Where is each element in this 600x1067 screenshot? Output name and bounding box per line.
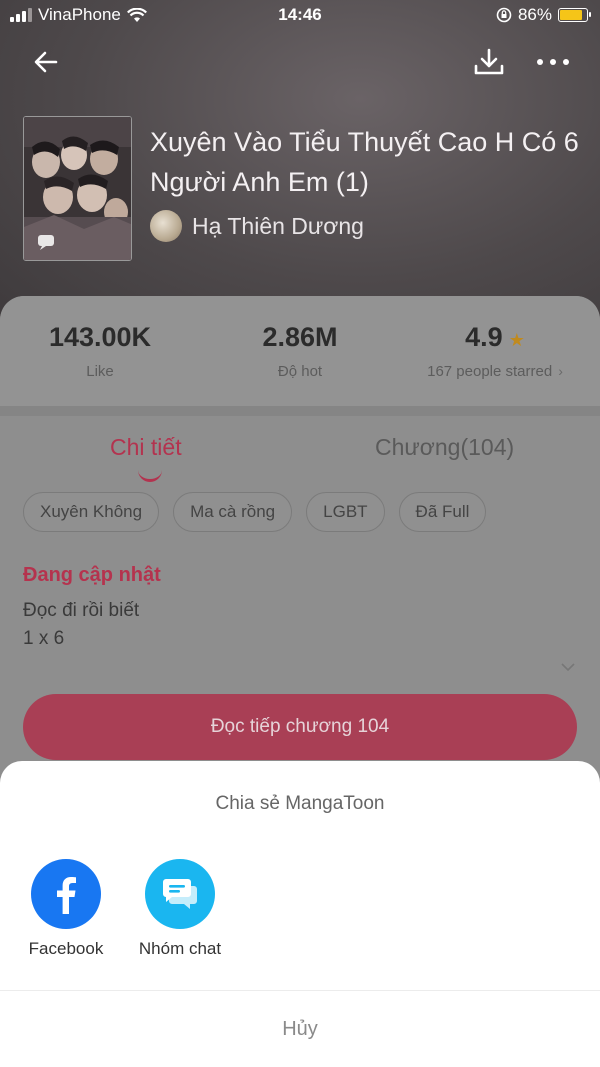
section-divider: [0, 406, 600, 416]
expand-chevron-icon[interactable]: [560, 662, 576, 672]
cancel-button[interactable]: Hủy: [0, 991, 600, 1067]
book-header: VinaPhone 14:46 86% Xuyên Vào Tiểu Thuyế…: [0, 0, 600, 330]
tab-details[interactable]: Chi tiết: [110, 434, 182, 482]
book-title: Xuyên Vào Tiểu Thuyết Cao H Có 6 Người A…: [150, 127, 579, 197]
hot-value: 2.86M: [262, 322, 338, 352]
share-group-chat-label: Nhóm chat: [138, 939, 222, 958]
share-sheet-title: Chia sẻ MangaToon: [215, 793, 385, 814]
status-bar: VinaPhone 14:46 86%: [0, 0, 600, 32]
battery-icon: [558, 8, 591, 22]
description-line: Đọc đi rồi biết: [23, 600, 140, 621]
rating-value: 4.9: [465, 322, 503, 352]
share-facebook[interactable]: Facebook: [6, 859, 126, 959]
facebook-icon: [31, 859, 101, 929]
tag-chip[interactable]: LGBT: [306, 492, 385, 532]
hot-label: Độ hot: [277, 363, 323, 380]
likes-label: Like: [86, 363, 114, 380]
likes-stat: 143.00K Like: [40, 322, 160, 380]
tag-chip[interactable]: Xuyên Không: [23, 492, 160, 532]
rating-label: 167 people starred: [427, 363, 553, 380]
book-cover[interactable]: [23, 116, 132, 261]
likes-value: 143.00K: [48, 322, 152, 352]
share-facebook-label: Facebook: [28, 939, 104, 958]
tag-chip[interactable]: Ma cà rồng: [173, 492, 293, 532]
tag-chip[interactable]: Đã Full: [398, 492, 487, 532]
share-sheet: Chia sẻ MangaToon Facebook Nhóm chat Hủy: [0, 761, 600, 1067]
stats-bar: 143.00K Like 2.86M Độ hot 4.9 ★ 167 peopl…: [0, 296, 600, 406]
share-group-chat[interactable]: Nhóm chat: [120, 859, 240, 959]
orientation-lock-icon: [496, 7, 512, 23]
genre-tags: Xuyên Không Ma cà rồng LGBT Đã Full: [23, 492, 487, 532]
tab-bar: Chi tiết Chương(104): [0, 416, 600, 486]
more-icon[interactable]: [530, 44, 576, 80]
chat-bubbles-icon: [145, 859, 215, 929]
active-tab-indicator: [138, 470, 162, 482]
tab-details-label: Chi tiết: [110, 434, 182, 460]
rating-stat[interactable]: 4.9 ★ 167 people starred ›: [420, 322, 570, 380]
description-line: 1 x 6: [23, 628, 65, 649]
author-avatar: [150, 210, 182, 242]
star-icon: ★: [508, 330, 525, 350]
download-icon[interactable]: [470, 44, 508, 80]
hot-stat: 2.86M Độ hot: [240, 322, 360, 380]
author-link[interactable]: Hạ Thiên Dương: [150, 210, 364, 242]
update-status: Đang cập nhật: [23, 564, 161, 586]
tab-chapters[interactable]: Chương(104): [375, 434, 514, 461]
back-arrow-icon[interactable]: [28, 44, 64, 80]
battery-percent: 86%: [517, 5, 552, 24]
author-name: Hạ Thiên Dương: [192, 212, 364, 239]
description: Đọc đi rồi biết 1 x 6: [23, 597, 139, 653]
chevron-right-icon: ›: [558, 363, 563, 379]
cover-art: [24, 117, 131, 260]
continue-reading-button[interactable]: Đọc tiếp chương 104: [23, 694, 577, 760]
